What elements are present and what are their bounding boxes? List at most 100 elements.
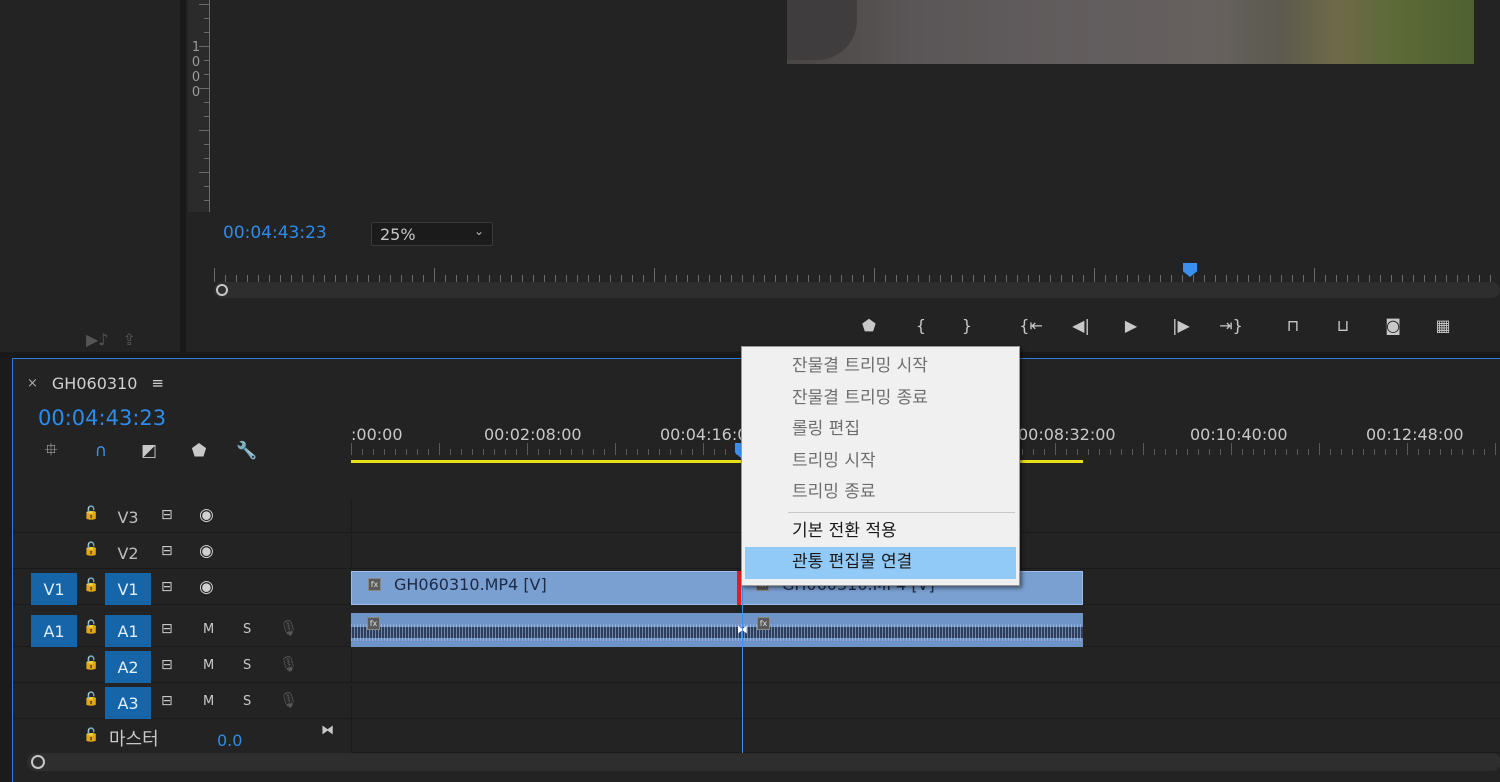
timeline-timecode[interactable]: 00:04:43:23 bbox=[38, 406, 166, 430]
eye-icon[interactable]: ◉ bbox=[199, 541, 214, 561]
menu-item-ripple-trim-end[interactable]: 잔물결 트리밍 종료 bbox=[742, 383, 1019, 415]
menu-item-rolling-edit[interactable]: 롤링 편집 bbox=[742, 414, 1019, 446]
track-target-a1[interactable]: A1 bbox=[105, 615, 151, 647]
audio-clip[interactable]: fx bbox=[741, 613, 1083, 647]
menu-item-apply-default-transition[interactable]: 기본 전환 적용 bbox=[742, 516, 1019, 548]
fx-badge-icon: fx bbox=[757, 617, 770, 630]
mute-button[interactable]: M bbox=[203, 694, 214, 709]
sync-lock-icon[interactable]: ⊟ bbox=[161, 543, 173, 559]
ruler-label: :00:00 bbox=[351, 425, 403, 444]
lock-icon[interactable]: 🔓 bbox=[83, 656, 99, 671]
lock-icon[interactable]: 🔓 bbox=[83, 542, 99, 557]
go-to-out-icon[interactable]: ⇥} bbox=[1218, 312, 1244, 338]
video-preview bbox=[787, 0, 1474, 64]
master-volume[interactable]: 0.0 bbox=[217, 731, 242, 750]
insert-nest-icon[interactable]: ⯐ bbox=[39, 439, 63, 463]
track-row-a2[interactable] bbox=[351, 649, 1500, 683]
menu-item-ripple-trim-start[interactable]: 잔물결 트리밍 시작 bbox=[742, 351, 1019, 383]
lock-icon[interactable]: 🔓 bbox=[83, 620, 99, 635]
track-header-v2: 🔓 V2 ⊟ ◉ bbox=[13, 535, 351, 569]
vertical-ruler: 1 0 0 0 bbox=[188, 0, 210, 212]
menu-item-trim-start[interactable]: 트리밍 시작 bbox=[742, 446, 1019, 478]
camera-icon[interactable]: ◙ bbox=[1380, 312, 1406, 338]
linked-selection-icon[interactable]: ◩ bbox=[137, 439, 161, 463]
monitor-zoom-scrollbar[interactable] bbox=[214, 282, 1500, 298]
insert-icon[interactable]: ▶♪ bbox=[86, 330, 109, 349]
close-icon[interactable]: × bbox=[27, 376, 38, 391]
go-to-in-icon[interactable]: {⇤ bbox=[1018, 312, 1044, 338]
extract-icon[interactable]: ⊔ bbox=[1330, 312, 1356, 338]
mute-button[interactable]: M bbox=[203, 658, 214, 673]
eye-icon[interactable]: ◉ bbox=[199, 577, 214, 597]
track-target-a3[interactable]: A3 bbox=[105, 687, 151, 719]
timeline-zoom-scrollbar[interactable] bbox=[27, 753, 1500, 771]
menu-item-trim-end[interactable]: 트리밍 종료 bbox=[742, 477, 1019, 509]
scroll-handle[interactable] bbox=[31, 755, 45, 769]
source-patch-a1[interactable]: A1 bbox=[31, 615, 77, 647]
track-header-a3: 🔓 A3 ⊟ M S 🎙 bbox=[13, 685, 351, 719]
mic-icon[interactable]: 🎙 bbox=[279, 655, 298, 673]
chevron-down-icon: ⌄ bbox=[473, 224, 484, 238]
sync-lock-icon[interactable]: ⊟ bbox=[161, 507, 173, 523]
go-to-end-icon[interactable]: ⧓ bbox=[321, 723, 334, 738]
comparison-view-icon[interactable]: ▦ bbox=[1430, 312, 1456, 338]
solo-button[interactable]: S bbox=[243, 658, 251, 673]
monitor-timecode[interactable]: 00:04:43:23 bbox=[223, 223, 327, 243]
lock-icon[interactable]: 🔓 bbox=[83, 578, 99, 593]
eye-icon[interactable]: ◉ bbox=[199, 505, 214, 525]
track-header-v3: 🔓 V3 ⊟ ◉ bbox=[13, 499, 351, 533]
vruler-number: 1 0 0 0 bbox=[191, 40, 201, 100]
mic-icon[interactable]: 🎙 bbox=[279, 619, 298, 637]
add-marker-icon[interactable]: ⬟ bbox=[187, 439, 211, 463]
project-panel: ▶♪ ⇪ bbox=[0, 0, 180, 352]
track-row-a3[interactable] bbox=[351, 685, 1500, 719]
sequence-tab[interactable]: × GH060310 ≡ bbox=[27, 373, 164, 393]
fx-badge-icon: fx bbox=[367, 617, 380, 630]
sync-lock-icon[interactable]: ⊟ bbox=[161, 693, 173, 709]
zoom-select[interactable]: 25% ⌄ bbox=[371, 222, 493, 246]
clip-name: GH060310.MP4 [V] bbox=[394, 575, 547, 594]
source-patch-v1[interactable]: V1 bbox=[31, 573, 77, 605]
video-clip[interactable]: fx GH060310.MP4 [V] bbox=[351, 571, 739, 605]
master-label: 마스터 bbox=[109, 729, 159, 750]
mic-icon[interactable]: 🎙 bbox=[279, 691, 298, 709]
mark-in-icon[interactable]: { bbox=[908, 312, 934, 338]
master-track-header: 🔓 마스터 0.0 ⧓ bbox=[13, 719, 351, 753]
menu-item-join-through-edits[interactable]: 관통 편집물 연결 bbox=[745, 547, 1016, 579]
track-target-v2[interactable]: V2 bbox=[105, 537, 151, 569]
ruler-label: 00:12:48:00 bbox=[1366, 425, 1464, 444]
fx-badge-icon: fx bbox=[368, 578, 381, 591]
track-header-a2: 🔓 A2 ⊟ M S 🎙 bbox=[13, 649, 351, 683]
play-icon[interactable]: ▶ bbox=[1118, 312, 1144, 338]
track-target-v3[interactable]: V3 bbox=[105, 501, 151, 533]
track-target-a2[interactable]: A2 bbox=[105, 651, 151, 683]
mute-button[interactable]: M bbox=[203, 622, 214, 637]
wrench-icon[interactable]: 🔧 bbox=[235, 439, 259, 463]
sync-lock-icon[interactable]: ⊟ bbox=[161, 579, 173, 595]
solo-button[interactable]: S bbox=[243, 622, 251, 637]
step-forward-icon[interactable]: |▶ bbox=[1168, 312, 1194, 338]
marker-icon[interactable]: ⬟ bbox=[856, 312, 882, 338]
panel-menu-icon[interactable]: ≡ bbox=[151, 374, 164, 392]
monitor-time-ruler[interactable] bbox=[214, 262, 1500, 282]
lock-icon[interactable]: 🔓 bbox=[83, 506, 99, 521]
track-row-master[interactable] bbox=[351, 719, 1500, 753]
audio-clip[interactable]: fx bbox=[351, 613, 741, 647]
sync-lock-icon[interactable]: ⊟ bbox=[161, 621, 173, 637]
menu-separator bbox=[788, 511, 1015, 513]
step-back-icon[interactable]: ◀| bbox=[1068, 312, 1094, 338]
scroll-handle[interactable] bbox=[216, 284, 228, 296]
track-header-v1: V1 🔓 V1 ⊟ ◉ bbox=[13, 571, 351, 605]
zoom-value: 25% bbox=[380, 225, 416, 244]
solo-button[interactable]: S bbox=[243, 694, 251, 709]
track-target-v1[interactable]: V1 bbox=[105, 573, 151, 605]
mark-out-icon[interactable]: } bbox=[954, 312, 980, 338]
lift-icon[interactable]: ⊓ bbox=[1280, 312, 1306, 338]
sync-lock-icon[interactable]: ⊟ bbox=[161, 657, 173, 673]
snap-magnet-icon[interactable]: ∩ bbox=[89, 439, 113, 463]
lock-icon[interactable]: 🔓 bbox=[83, 728, 99, 743]
export-frame-icon[interactable]: ⇪ bbox=[123, 330, 136, 349]
lock-icon[interactable]: 🔓 bbox=[83, 692, 99, 707]
edit-point-icon[interactable]: ⧓ bbox=[737, 623, 751, 636]
program-monitor: 1 0 0 0 00:04:43:23 25% ⌄ ⬟ { } {⇤ ◀| ▶ … bbox=[186, 0, 1500, 352]
